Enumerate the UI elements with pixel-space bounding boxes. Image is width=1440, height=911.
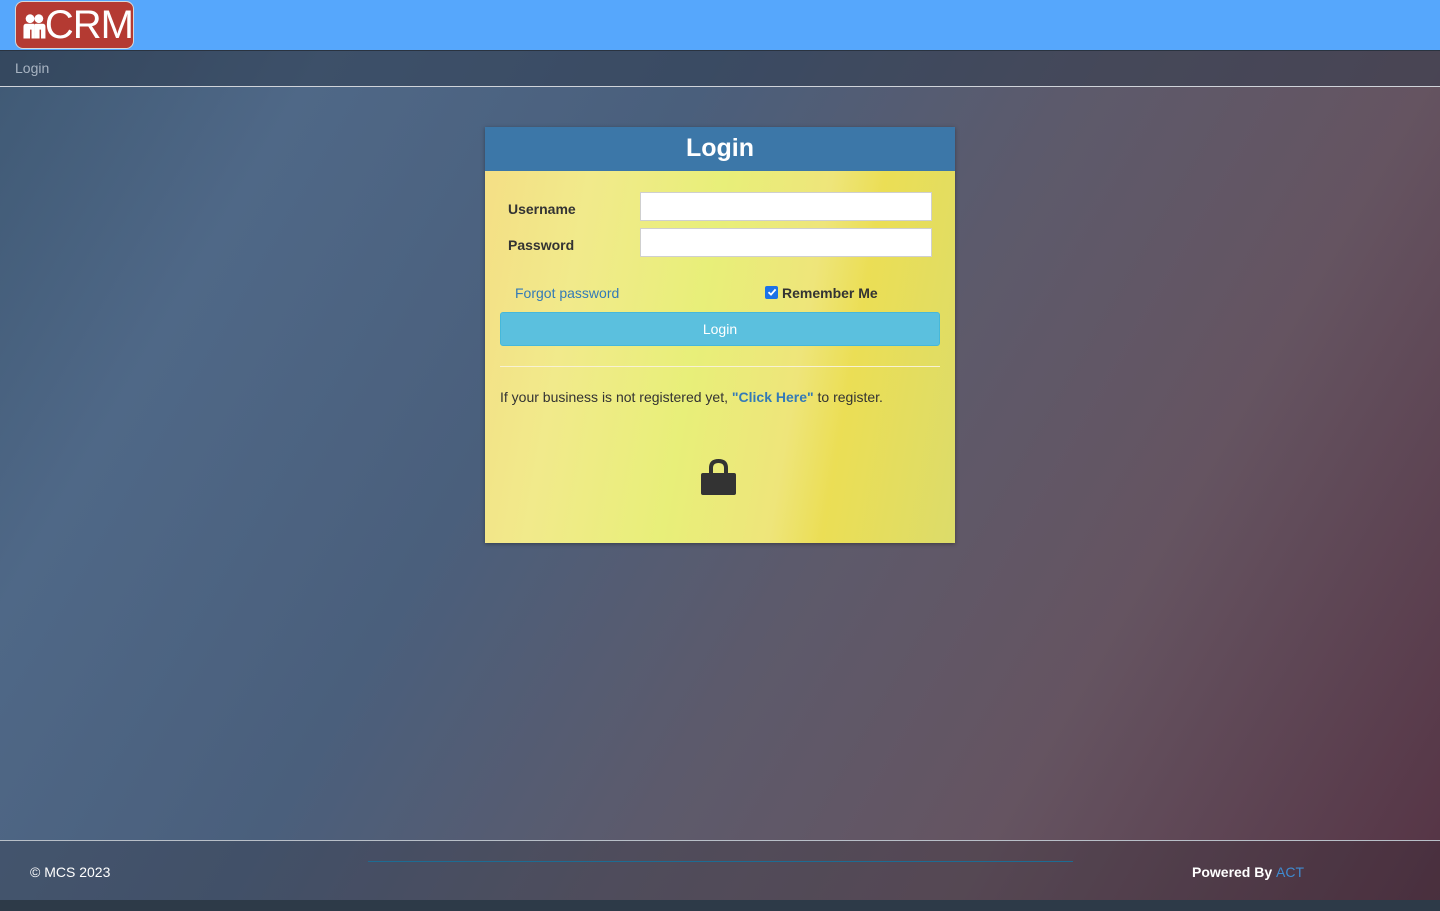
breadcrumb: Login: [0, 51, 1440, 87]
panel-title: Login: [485, 127, 955, 171]
breadcrumb-current: Login: [15, 60, 50, 76]
register-text: If your business is not registered yet, …: [500, 389, 883, 405]
copyright: © MCS 2023: [30, 864, 111, 880]
lock-icon: [701, 459, 736, 495]
users-icon: [23, 14, 46, 39]
register-link[interactable]: "Click Here": [732, 389, 814, 405]
username-label: Username: [508, 201, 576, 217]
remember-me-checkbox[interactable]: [765, 285, 778, 299]
password-field[interactable]: [640, 228, 932, 257]
divider: [500, 366, 940, 367]
remember-me[interactable]: Remember Me: [765, 285, 878, 301]
username-field[interactable]: [640, 192, 932, 221]
bottom-strip: [0, 900, 1440, 911]
password-label: Password: [508, 237, 575, 253]
forgot-password-link[interactable]: Forgot password: [515, 285, 619, 301]
remember-me-label: Remember Me: [782, 285, 878, 301]
register-suffix: to register.: [813, 389, 883, 405]
powered-by-link[interactable]: ACT: [1276, 864, 1304, 880]
register-prefix: If your business is not registered yet,: [500, 389, 732, 405]
login-panel: Login Username Password Forgot password …: [485, 127, 955, 543]
powered-by: Powered By ACT: [1192, 864, 1304, 880]
powered-by-label: Powered By: [1192, 864, 1277, 880]
logo-text: CRM: [44, 3, 134, 47]
top-header: CRM: [0, 0, 1440, 51]
footer: © MCS 2023 Powered By ACT: [0, 840, 1440, 901]
crm-logo[interactable]: CRM: [15, 1, 134, 49]
footer-divider: [368, 861, 1073, 862]
login-button[interactable]: Login: [500, 312, 940, 346]
login-form: Username Password Forgot password Rememb…: [485, 171, 955, 543]
checkmark-icon: [767, 288, 776, 296]
